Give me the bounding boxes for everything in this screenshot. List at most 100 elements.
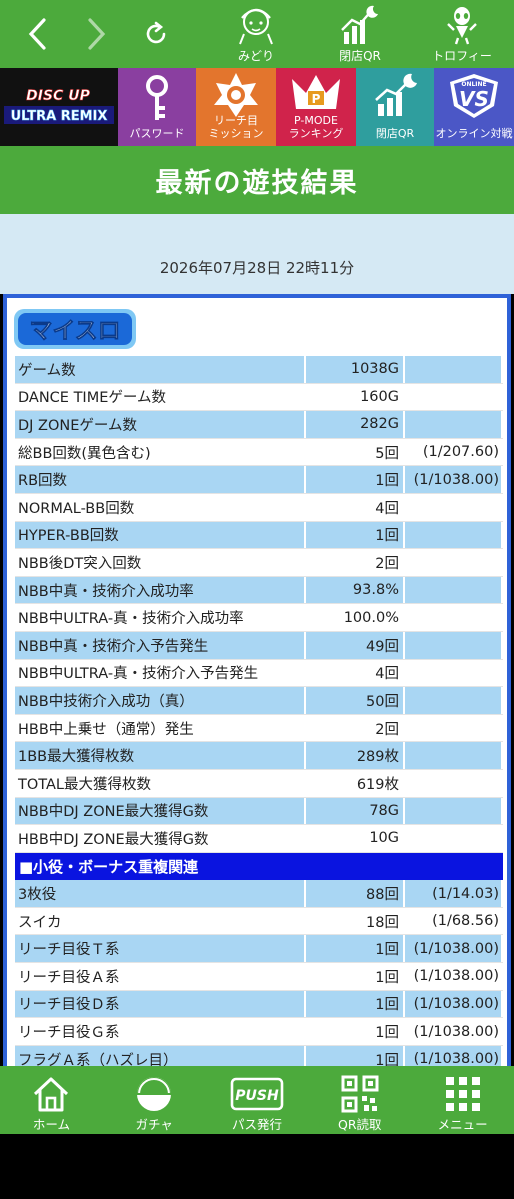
pmode-line2: ランキング (288, 127, 344, 140)
row-label: 総BB回数(異色含む) (18, 445, 151, 462)
row-value: 4回 (375, 666, 399, 683)
row-value: 10G (369, 830, 399, 847)
home-icon (34, 1077, 69, 1112)
system-nav-area (0, 1134, 514, 1199)
nav-closing-qr[interactable]: 閉店QR (320, 4, 400, 66)
row-ratio: (1/1038.00) (413, 1023, 499, 1040)
row-ratio (405, 742, 501, 769)
table-row: 1BB最大獲得枚数 289枚 (15, 742, 503, 770)
table-row: NBB中真・技術介入予告発生 49回 (15, 631, 503, 660)
reach-mission-line1: リーチ目 (214, 114, 258, 127)
table-row: リーチ目役Ｇ系 1回 (1/1038.00) (15, 1018, 503, 1046)
row-value: 1回 (306, 990, 403, 1018)
row-ratio: (1/1038.00) (405, 935, 501, 963)
closing-qr-tile[interactable]: 閉店QR (356, 68, 434, 146)
row-ratio (405, 604, 501, 631)
table-row: フラグＡ系（ハズレ目） 1回 (1/1038.00) (15, 1045, 503, 1066)
chevron-right-icon (88, 18, 106, 50)
row-label: TOTAL最大獲得枚数 (18, 776, 151, 793)
nav-trophy-label: トロフィー (432, 49, 492, 63)
row-value: 88回 (306, 880, 403, 907)
game-logo-tile[interactable]: DISC UP ULTRA REMIX (0, 68, 118, 146)
back-button[interactable] (18, 0, 58, 68)
row-label: 3枚役 (15, 880, 304, 907)
tab-menu-label: メニュー (437, 1117, 488, 1132)
table-row: NORMAL-BB回数 4回 (15, 494, 503, 522)
reach-mission-tile[interactable]: リーチ目 ミッション (196, 68, 276, 146)
row-label: フラグＡ系（ハズレ目） (15, 1045, 304, 1066)
character-face-icon (239, 8, 273, 45)
row-label: DJ ZONEゲーム数 (15, 411, 304, 438)
row-ratio: (1/1038.00) (405, 1045, 501, 1066)
forward-button[interactable] (76, 0, 116, 68)
gacha-icon (137, 1077, 172, 1111)
row-label: NORMAL-BB回数 (18, 500, 135, 517)
row-value: 1回 (306, 521, 403, 549)
table-row: ゲーム数 1038G (15, 356, 503, 384)
row-value: 4回 (375, 500, 399, 517)
stats-table: ゲーム数 1038G DANCE TIMEゲーム数 160G DJ ZONEゲーム数 28… (15, 356, 503, 1066)
table-row: HYPER-BB回数 1回 (15, 521, 503, 550)
row-ratio (405, 631, 501, 659)
table-row: リーチ目役Ｄ系 1回 (1/1038.00) (15, 990, 503, 1019)
vs-shield-icon: ONLINE VS (450, 74, 498, 118)
trophy-figure-icon (447, 7, 477, 45)
row-value: 49回 (306, 631, 403, 659)
row-value: 289枚 (306, 742, 403, 769)
badge-icon (214, 73, 258, 117)
svg-text:DISC UP: DISC UP (26, 88, 90, 104)
table-row: TOTAL最大獲得枚数 619枚 (15, 770, 503, 798)
row-label: リーチ目役Ａ系 (18, 969, 120, 986)
table-row: HBB中DJ ZONE最大獲得G数 10G (15, 825, 503, 853)
table-row: NBB中ULTRA-真・技術介入成功率 100.0% (15, 604, 503, 632)
password-tile[interactable]: パスワード (118, 68, 196, 146)
row-value: 1回 (306, 1045, 403, 1066)
tab-home-label: ホーム (32, 1117, 70, 1132)
tab-qr-read-label: QR読取 (338, 1117, 382, 1132)
push-badge: PUSH (235, 1088, 279, 1104)
row-value: 1回 (306, 466, 403, 493)
row-ratio (405, 356, 501, 383)
nav-trophy[interactable]: トロフィー (422, 4, 502, 66)
myslo-logo: マイスロ (14, 309, 136, 349)
push-pass-icon: PUSH (230, 1077, 284, 1111)
tab-gacha[interactable]: ガチャ (103, 1066, 206, 1134)
row-ratio (405, 521, 501, 549)
row-value: 1回 (375, 1025, 399, 1042)
table-row: 総BB回数(異色含む) 5回 (1/207.60) (15, 439, 503, 467)
nav-closing-qr-label: 閉店QR (339, 49, 381, 63)
row-ratio: (1/14.03) (405, 880, 501, 907)
row-value: 1回 (306, 935, 403, 963)
row-value: 1038G (306, 356, 403, 383)
row-label: RB回数 (15, 466, 304, 493)
row-ratio (405, 825, 501, 852)
vs-badge: VS (459, 87, 489, 111)
row-value: 100.0% (343, 609, 399, 626)
table-row: HBB中上乗せ（通常）発生 2回 (15, 715, 503, 743)
row-ratio: (1/1038.00) (405, 990, 501, 1018)
tab-qr-read[interactable]: QR読取 (308, 1066, 411, 1134)
tab-pass-issue[interactable]: PUSH パス発行 (206, 1066, 309, 1134)
tab-pass-issue-label: パス発行 (231, 1117, 282, 1132)
row-ratio: (1/207.60) (422, 444, 499, 461)
table-row: NBB後DT突入回数 2回 (15, 549, 503, 577)
reload-button[interactable] (136, 0, 176, 68)
svg-text:P: P (312, 92, 321, 106)
tab-gacha-label: ガチャ (135, 1117, 173, 1132)
chevron-left-icon (28, 18, 46, 50)
nav-midori[interactable]: みどり (216, 4, 296, 66)
tab-menu[interactable]: メニュー (411, 1066, 514, 1134)
tab-home[interactable]: ホーム (0, 1066, 103, 1134)
online-battle-tile[interactable]: ONLINE VS オンライン対戦 (434, 68, 514, 146)
reach-mission-line2: ミッション (208, 127, 264, 140)
row-ratio: (1/68.56) (432, 913, 499, 930)
row-value: 78G (306, 797, 403, 825)
row-label: NBB中DJ ZONE最大獲得G数 (15, 797, 304, 825)
table-row: DJ ZONEゲーム数 282G (15, 411, 503, 439)
pmode-ranking-tile[interactable]: P P-MODE ランキング (276, 68, 356, 146)
row-label: HBB中上乗せ（通常）発生 (18, 721, 194, 738)
closing-qr-tile-label: 閉店QR (375, 127, 415, 140)
row-label: HBB中DJ ZONE最大獲得G数 (18, 831, 209, 848)
reload-icon (146, 21, 166, 44)
qr-code-icon (341, 1075, 379, 1113)
